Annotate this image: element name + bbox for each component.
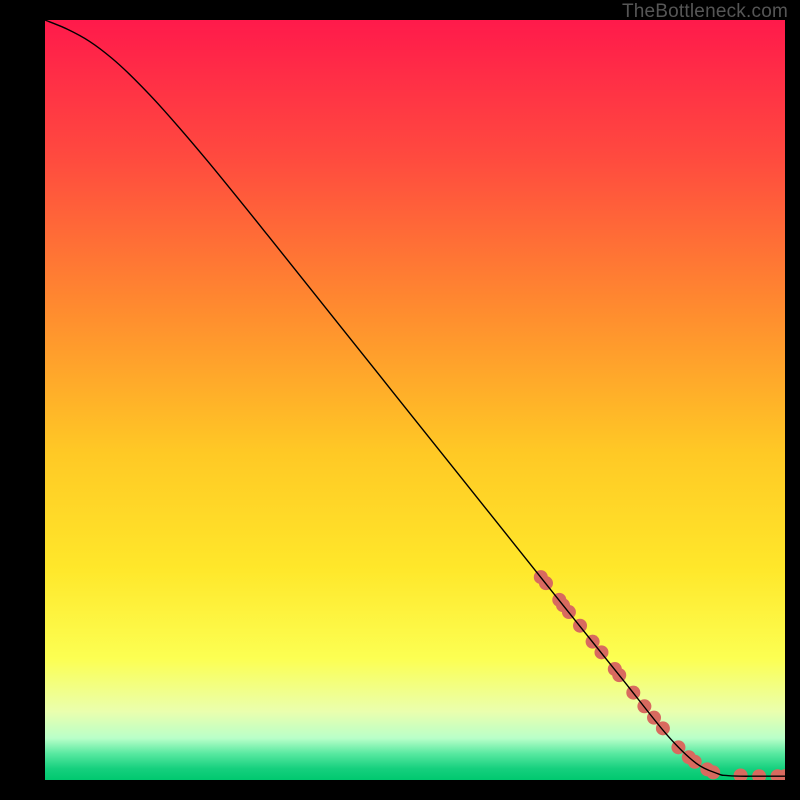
chart-frame: TheBottleneck.com bbox=[0, 0, 800, 800]
plot-area bbox=[45, 20, 785, 780]
gradient-background bbox=[45, 20, 785, 780]
watermark-text: TheBottleneck.com bbox=[622, 1, 788, 23]
